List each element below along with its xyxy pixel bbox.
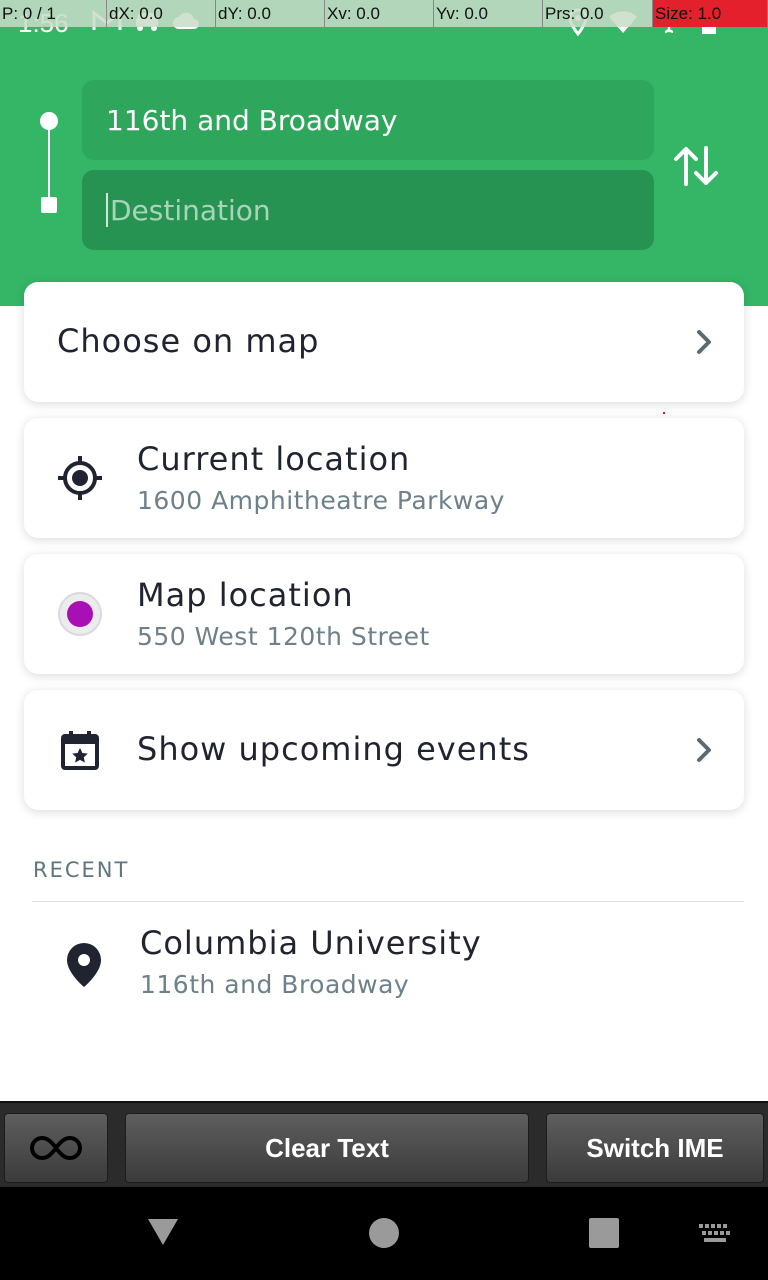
- route-connector: [48, 120, 50, 206]
- navigation-bar: [0, 1187, 768, 1280]
- origin-input-value: 116th and Broadway: [106, 103, 398, 137]
- map-location-title: Map location: [137, 576, 354, 614]
- switch-ime-button[interactable]: Switch IME: [546, 1113, 764, 1183]
- show-upcoming-events-button[interactable]: Show upcoming events: [24, 690, 744, 810]
- back-button[interactable]: [140, 1212, 186, 1252]
- choose-on-map-button[interactable]: Choose on map: [24, 282, 744, 402]
- touch-dot: [663, 412, 665, 414]
- chevron-right-icon: [690, 328, 718, 356]
- current-location-option[interactable]: Current location 1600 Amphitheatre Parkw…: [24, 418, 744, 538]
- ime-toolbar: Clear Text Switch IME: [0, 1101, 768, 1187]
- recents-button[interactable]: [582, 1211, 626, 1255]
- recent-list-item[interactable]: Columbia University 116th and Broadway: [0, 910, 768, 1020]
- current-location-title: Current location: [137, 440, 411, 478]
- swap-arrows-icon: [674, 146, 718, 186]
- back-triangle-icon: [148, 1219, 178, 1245]
- pointer-yv: Yv: 0.0: [434, 0, 543, 27]
- choose-on-map-label: Choose on map: [57, 322, 320, 360]
- clear-text-button[interactable]: Clear Text: [125, 1113, 529, 1183]
- upcoming-events-label: Show upcoming events: [137, 730, 530, 768]
- recent-divider: [32, 901, 744, 902]
- destination-square-icon: [41, 197, 57, 213]
- pointer-location-overlay: P: 0 / 1 dX: 0.0 dY: 0.0 Xv: 0.0 Yv: 0.0…: [0, 0, 768, 27]
- recent-item-subtitle: 116th and Broadway: [140, 970, 410, 999]
- infinity-icon: [30, 1135, 82, 1161]
- my-location-icon: [57, 455, 103, 501]
- keyboard-icon: [699, 1224, 730, 1242]
- recents-square-icon: [589, 1218, 619, 1248]
- destination-placeholder: Destination: [110, 193, 271, 227]
- place-pin-icon: [62, 940, 106, 990]
- pointer-size: Size: 1.0: [653, 0, 768, 27]
- swap-directions-button[interactable]: [670, 140, 722, 192]
- pointer-xv: Xv: 0.0: [325, 0, 434, 27]
- current-location-address: 1600 Amphitheatre Parkway: [137, 486, 505, 515]
- calendar-star-icon: [57, 727, 103, 773]
- pointer-dx: dX: 0.0: [107, 0, 216, 27]
- pointer-dy: dY: 0.0: [216, 0, 325, 27]
- origin-input[interactable]: 116th and Broadway: [82, 80, 654, 160]
- recent-item-title: Columbia University: [140, 924, 482, 962]
- keyboard-switch-button[interactable]: [694, 1217, 736, 1251]
- home-button[interactable]: [362, 1211, 406, 1255]
- recent-section-header: RECENT: [33, 858, 130, 882]
- map-location-option[interactable]: Map location 550 West 120th Street: [24, 554, 744, 674]
- destination-input[interactable]: Destination: [82, 170, 654, 250]
- map-location-address: 550 West 120th Street: [137, 622, 430, 651]
- route-header: 1:56 P:: [0, 0, 768, 306]
- infinity-button[interactable]: [4, 1113, 108, 1183]
- map-pin-dot-icon: [57, 591, 103, 637]
- pointer-pressure: Prs: 0.0: [543, 0, 653, 27]
- text-cursor: [106, 193, 108, 227]
- pointer-count: P: 0 / 1: [0, 0, 107, 27]
- chevron-right-icon: [690, 736, 718, 764]
- home-circle-icon: [369, 1218, 399, 1248]
- origin-dot-icon: [40, 112, 58, 130]
